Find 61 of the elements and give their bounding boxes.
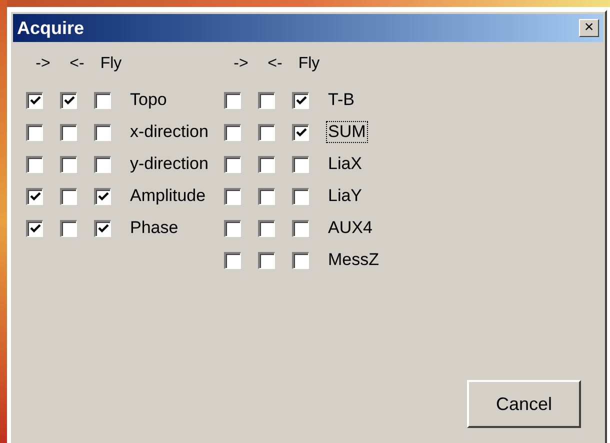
checkbox[interactable]	[224, 92, 241, 108]
checkbox[interactable]	[60, 92, 77, 108]
option-label: y-direction	[129, 153, 210, 175]
check-icon	[64, 95, 74, 106]
option-label: Amplitude	[129, 185, 207, 207]
checkbox[interactable]	[258, 188, 275, 204]
option-label: T-B	[327, 89, 356, 111]
checkbox[interactable]	[224, 252, 241, 268]
checkbox[interactable]	[292, 188, 309, 204]
checkbox[interactable]	[60, 156, 77, 172]
checkbox[interactable]	[258, 220, 275, 236]
checkbox[interactable]	[292, 92, 309, 108]
checkbox[interactable]	[224, 124, 241, 140]
column-header: <-	[266, 54, 284, 74]
option-label: LiaX	[327, 153, 364, 175]
option-label: AUX4	[327, 217, 374, 239]
checkbox[interactable]	[60, 220, 77, 236]
column-header: ->	[232, 54, 250, 74]
checkbox[interactable]	[258, 92, 275, 108]
checkbox[interactable]	[60, 188, 77, 204]
checkbox[interactable]	[292, 220, 309, 236]
cancel-button[interactable]: Cancel	[467, 380, 581, 428]
option-label: x-direction	[129, 121, 210, 143]
option-label: MessZ	[327, 249, 380, 271]
checkbox[interactable]	[258, 156, 275, 172]
checkbox[interactable]	[60, 124, 77, 140]
checkbox[interactable]	[258, 252, 275, 268]
check-icon	[30, 223, 40, 234]
checkbox[interactable]	[258, 124, 275, 140]
checkbox[interactable]	[292, 124, 309, 140]
checkbox[interactable]	[26, 156, 43, 172]
checkbox[interactable]	[224, 156, 241, 172]
checkbox[interactable]	[292, 156, 309, 172]
column-header: Fly	[297, 54, 321, 74]
checkbox[interactable]	[94, 220, 111, 236]
checkbox[interactable]	[26, 188, 43, 204]
checkbox[interactable]	[224, 220, 241, 236]
check-icon	[30, 191, 40, 202]
checkbox[interactable]	[94, 156, 111, 172]
column-header: <-	[68, 54, 86, 74]
checkbox[interactable]	[26, 92, 43, 108]
checkbox[interactable]	[224, 188, 241, 204]
check-icon	[98, 223, 108, 234]
checkbox[interactable]	[94, 92, 111, 108]
option-label: Phase	[129, 217, 180, 239]
check-icon	[98, 191, 108, 202]
option-label: Topo	[129, 89, 168, 111]
option-label: SUM	[326, 121, 368, 143]
check-icon	[296, 95, 306, 106]
column-header: ->	[34, 54, 52, 74]
checkbox[interactable]	[26, 220, 43, 236]
option-label: LiaY	[327, 185, 364, 207]
check-icon	[30, 95, 40, 106]
checkbox[interactable]	[94, 188, 111, 204]
check-icon	[296, 127, 306, 138]
checkbox[interactable]	[26, 124, 43, 140]
checkbox[interactable]	[292, 252, 309, 268]
checkbox[interactable]	[94, 124, 111, 140]
column-header: Fly	[99, 54, 123, 74]
window-title: Acquire	[17, 16, 84, 40]
close-button[interactable]: ×	[579, 19, 599, 37]
